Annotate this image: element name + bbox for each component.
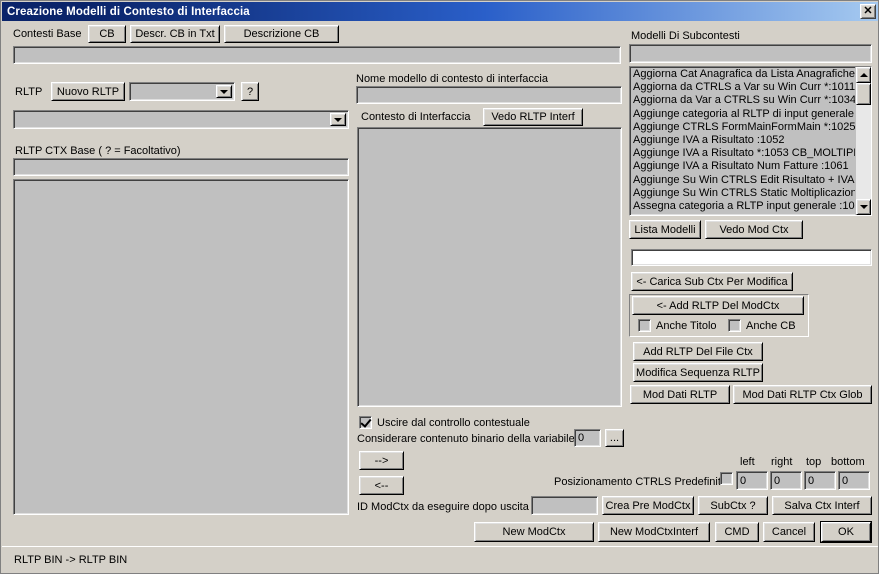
vedo-rltp-interf-button[interactable]: Vedo RLTP Interf — [483, 108, 583, 126]
pos-left-field[interactable]: 0 — [736, 471, 768, 490]
close-icon[interactable]: ✕ — [860, 4, 876, 19]
top-label: top — [806, 456, 822, 468]
rltp-list-combo[interactable] — [13, 110, 349, 129]
scroll-down-icon[interactable] — [856, 199, 871, 215]
add-rltp-modctx-button[interactable]: <- Add RLTP Del ModCtx — [632, 296, 804, 315]
posizionamento-checkbox[interactable] — [720, 472, 733, 485]
anche-titolo-checkbox[interactable]: Anche Titolo — [638, 319, 717, 332]
checkbox-icon[interactable] — [720, 472, 733, 485]
descr-cb-txt-button[interactable]: Descr. CB in Txt — [130, 25, 220, 43]
list-item[interactable]: Aggiunge IVA a Risultato :1052 — [631, 134, 855, 147]
scroll-thumb[interactable] — [856, 83, 871, 105]
list-item[interactable]: Aggiorna da Var a CTRLS su Win Curr *:10… — [631, 94, 855, 107]
descrizione-cb-button[interactable]: Descrizione CB — [224, 25, 339, 43]
contesti-base-field[interactable] — [13, 46, 621, 64]
list-item[interactable]: Aggiorna Cat Anagrafica da Lista Anagraf… — [631, 68, 855, 81]
anche-titolo-label: Anche Titolo — [656, 319, 717, 332]
considerare-binario-label: Considerare contenuto binario della vari… — [357, 433, 575, 445]
scroll-track[interactable] — [856, 105, 871, 199]
ellipsis-button[interactable]: ... — [605, 429, 624, 447]
list-item[interactable]: Aggiunge IVA a Risultato Num Fatture :10… — [631, 160, 855, 173]
considerare-binario-field[interactable]: 0 — [574, 429, 601, 447]
list-item[interactable]: Aggiorna da CTRLS a Var su Win Curr *:10… — [631, 81, 855, 94]
posizionamento-label: Posizionamento CTRLS Predefinito — [554, 476, 728, 488]
checkbox-icon[interactable] — [359, 416, 372, 429]
mod-dati-rltp-glob-button[interactable]: Mod Dati RLTP Ctx Glob — [733, 385, 872, 404]
listbox-scrollbar[interactable] — [855, 67, 871, 215]
new-modctxinterf-button[interactable]: New ModCtxInterf — [598, 522, 710, 542]
contesto-interfaccia-textarea[interactable] — [357, 127, 622, 407]
chevron-down-icon[interactable] — [216, 85, 232, 98]
new-modctx-button[interactable]: New ModCtx — [474, 522, 594, 542]
nome-modello-label: Nome modello di contesto di interfaccia — [356, 73, 548, 85]
modelli-subcontesti-label: Modelli Di Subcontesti — [631, 30, 740, 42]
mod-dati-rltp-button[interactable]: Mod Dati RLTP — [630, 385, 730, 404]
chevron-down-icon[interactable] — [330, 113, 346, 126]
checkbox-icon[interactable] — [638, 319, 651, 332]
pos-right-field[interactable]: 0 — [770, 471, 802, 490]
status-text: RLTP BIN -> RLTP BIN — [14, 553, 128, 566]
subcontesti-list-items: Aggiorna Cat Anagrafica da Lista Anagraf… — [630, 67, 855, 215]
anche-cb-checkbox[interactable]: Anche CB — [728, 319, 796, 332]
add-rltp-file-ctx-button[interactable]: Add RLTP Del File Ctx — [633, 342, 763, 361]
rltp-ctx-base-textarea[interactable] — [13, 179, 349, 515]
window-title: Creazione Modelli di Contesto di Interfa… — [7, 5, 250, 18]
left-label: left — [740, 456, 755, 468]
subcontesti-name-field[interactable] — [631, 249, 872, 266]
pos-bottom-field[interactable]: 0 — [838, 471, 870, 490]
modifica-sequenza-button[interactable]: Modifica Sequenza RLTP — [633, 363, 763, 382]
rltp-ctx-base-field[interactable] — [13, 158, 349, 176]
vedo-mod-ctx-button[interactable]: Vedo Mod Ctx — [705, 220, 803, 239]
carica-sub-ctx-button[interactable]: <- Carica Sub Ctx Per Modifica — [631, 272, 793, 291]
nome-modello-field[interactable] — [356, 86, 622, 104]
list-item[interactable]: Aggiunge IVA a Risultato *:1053 CB_MOLTI… — [631, 147, 855, 160]
uscire-controllo-checkbox[interactable]: Uscire dal controllo contestuale — [359, 416, 530, 429]
rltp-combo[interactable] — [129, 82, 235, 101]
rltp-ctx-base-label: RLTP CTX Base ( ? = Facoltativo) — [15, 145, 181, 157]
id-modctx-field[interactable] — [531, 496, 598, 515]
list-item[interactable]: Aggiunge CTRLS FormMainFormMain *:1025 — [631, 121, 855, 134]
rltp-label: RLTP — [15, 86, 43, 98]
subctx-button[interactable]: SubCtx ? — [698, 496, 768, 515]
list-item[interactable]: Aggiunge categoria al RLTP di input gene… — [631, 108, 855, 121]
salva-ctx-interf-button[interactable]: Salva Ctx Interf — [772, 496, 872, 515]
uscire-controllo-label: Uscire dal controllo contestuale — [377, 416, 530, 429]
arrow-left-button[interactable]: <-- — [359, 476, 404, 495]
dialog-window: Creazione Modelli di Contesto di Interfa… — [0, 0, 879, 574]
status-bar: RLTP BIN -> RLTP BIN — [2, 546, 878, 572]
checkbox-icon[interactable] — [728, 319, 741, 332]
subcontesti-listbox[interactable]: Aggiorna Cat Anagrafica da Lista Anagraf… — [629, 66, 872, 216]
ok-button[interactable]: OK — [821, 522, 871, 542]
bottom-label: bottom — [831, 456, 865, 468]
help-button[interactable]: ? — [241, 82, 259, 101]
lista-modelli-button[interactable]: Lista Modelli — [629, 220, 701, 239]
cancel-button[interactable]: Cancel — [763, 522, 815, 542]
right-label: right — [771, 456, 793, 468]
list-item[interactable]: Aggiunge Su Win CTRLS Static Moltiplicaz… — [631, 187, 855, 200]
contesti-base-label: Contesti Base — [13, 28, 82, 40]
pos-top-field[interactable]: 0 — [804, 471, 836, 490]
nuovo-rltp-button[interactable]: Nuovo RLTP — [51, 82, 125, 101]
anche-cb-label: Anche CB — [746, 319, 796, 332]
contesto-interfaccia-label: Contesto di Interfaccia — [361, 111, 471, 123]
subcontesti-search-field[interactable] — [629, 44, 872, 63]
scroll-up-icon[interactable] — [856, 67, 871, 83]
crea-pre-modctx-button[interactable]: Crea Pre ModCtx — [602, 496, 694, 515]
id-modctx-label: ID ModCtx da eseguire dopo uscita — [357, 501, 529, 513]
arrow-right-button[interactable]: --> — [359, 451, 404, 470]
list-item[interactable]: Assegna categoria a RLTP input generale … — [631, 200, 855, 213]
cmd-button[interactable]: CMD — [715, 522, 759, 542]
cb-button[interactable]: CB — [88, 25, 126, 43]
title-bar: Creazione Modelli di Contesto di Interfa… — [2, 2, 878, 21]
list-item[interactable]: Aggiunge Su Win CTRLS Edit Risultato + I… — [631, 174, 855, 187]
